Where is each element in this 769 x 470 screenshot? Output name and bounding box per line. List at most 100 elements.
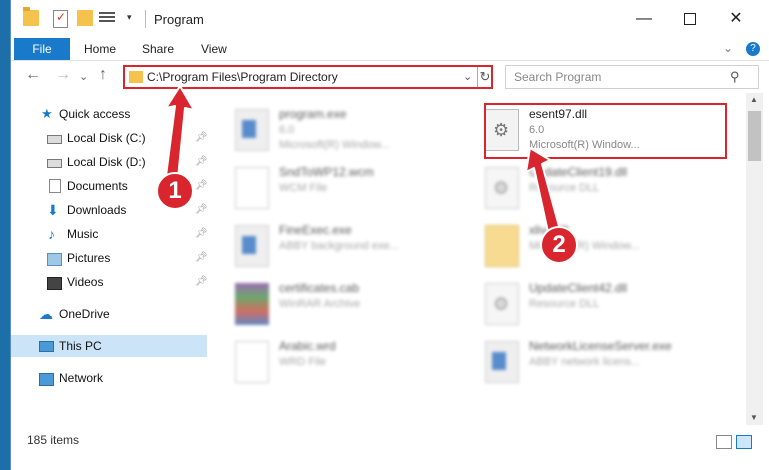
details-view-icon[interactable] xyxy=(716,435,732,449)
file-name: certificates.cab xyxy=(279,281,360,295)
scroll-down-icon[interactable]: ▼ xyxy=(750,413,758,422)
music-icon: ♪ xyxy=(48,226,55,242)
file-detail: Resource DLL xyxy=(529,182,600,194)
documents-icon xyxy=(49,179,61,193)
nav-local-disk-d[interactable]: Local Disk (D:) 📌︎ xyxy=(11,151,208,173)
videos-icon xyxy=(47,277,62,290)
view-options-icon[interactable] xyxy=(99,10,115,24)
file-name: program.exe xyxy=(279,107,347,121)
explorer-window: ▾ Program — ✕ File Home Share View ⌄ ? ←… xyxy=(10,0,769,470)
nav-label: OneDrive xyxy=(59,307,110,321)
file-item[interactable]: program.exe 6.0 Microsoft(R) Window... xyxy=(235,105,475,161)
tab-view[interactable]: View xyxy=(201,38,227,60)
nav-label: Downloads xyxy=(67,203,127,217)
close-button[interactable]: ✕ xyxy=(713,0,759,38)
chevron-down-icon[interactable]: ⌄ xyxy=(463,70,472,83)
pin-icon[interactable]: 📌︎ xyxy=(195,223,208,245)
scroll-thumb[interactable] xyxy=(748,111,761,161)
file-item[interactable]: Arabic.wrd WRD File xyxy=(235,337,475,393)
ribbon-tabs: File Home Share View ⌄ xyxy=(11,38,769,61)
file-detail: WCM File xyxy=(279,182,328,194)
refresh-icon[interactable]: ↻ xyxy=(477,67,492,87)
help-icon[interactable]: ? xyxy=(746,42,760,56)
file-item[interactable]: UpdateClient42.dll Resource DLL xyxy=(485,279,725,335)
tab-share[interactable]: Share xyxy=(142,38,174,60)
nav-label: Videos xyxy=(67,275,104,289)
pin-icon[interactable]: 📌︎ xyxy=(195,127,208,149)
nav-this-pc[interactable]: This PC xyxy=(11,335,207,357)
document-icon xyxy=(235,167,269,209)
callout-two: 2 xyxy=(540,226,578,264)
search-input[interactable]: Search Program ⚲ xyxy=(505,65,759,89)
large-icons-view-icon[interactable] xyxy=(736,435,752,449)
folder-icon xyxy=(485,225,519,267)
minimize-button[interactable]: — xyxy=(621,0,667,38)
file-detail: Resource DLL xyxy=(529,298,600,310)
download-icon: ⬇ xyxy=(47,202,59,218)
tab-file[interactable]: File xyxy=(14,38,70,60)
vertical-scrollbar[interactable]: ▲ ▼ xyxy=(746,93,763,425)
file-item[interactable]: certificates.cab WinRAR Archive xyxy=(235,279,475,335)
star-icon: ★ xyxy=(41,106,53,121)
dll-icon xyxy=(485,167,519,209)
pictures-icon xyxy=(47,253,62,266)
file-item[interactable]: FineExec.exe ABBY background exe... xyxy=(235,221,475,277)
nav-label: Pictures xyxy=(67,251,111,265)
file-detail: WRD File xyxy=(279,356,327,368)
file-name: FineExec.exe xyxy=(279,223,352,237)
customize-toolbar-icon[interactable]: ▾ xyxy=(127,12,132,23)
file-item[interactable]: UpdateClient19.dll Resource DLL xyxy=(485,163,725,219)
folder-icon[interactable] xyxy=(23,7,39,26)
file-name: UpdateClient19.dll xyxy=(529,165,628,179)
file-name: UpdateClient42.dll xyxy=(529,281,628,295)
computer-icon xyxy=(39,341,54,352)
nav-videos[interactable]: Videos 📌︎ xyxy=(11,271,208,293)
nav-network[interactable]: Network xyxy=(11,367,207,389)
expand-ribbon-icon[interactable]: ⌄ xyxy=(723,41,733,55)
scroll-up-icon[interactable]: ▲ xyxy=(750,95,758,104)
search-icon[interactable]: ⚲ xyxy=(730,69,740,85)
address-path[interactable]: C:\Program Files\Program Directory xyxy=(147,70,338,84)
nav-music[interactable]: ♪ Music 📌︎ xyxy=(11,223,208,245)
pin-icon[interactable]: 📌︎ xyxy=(195,199,208,221)
up-button[interactable]: ↑ xyxy=(99,66,107,84)
search-placeholder: Search Program xyxy=(514,70,602,84)
file-name: NetworkLicenseServer.exe xyxy=(529,339,672,353)
nav-pictures[interactable]: Pictures 📌︎ xyxy=(11,247,208,269)
status-bar: 185 items xyxy=(11,425,769,470)
nav-local-disk-c[interactable]: Local Disk (C:) 📌︎ xyxy=(11,127,208,149)
tab-home[interactable]: Home xyxy=(84,38,116,60)
address-bar[interactable]: C:\Program Files\Program Directory ⌄ ↻ xyxy=(123,65,493,89)
callout-one: 1 xyxy=(156,172,194,210)
pin-icon[interactable]: 📌︎ xyxy=(195,175,208,197)
window-title: Program xyxy=(154,12,204,27)
exe-icon xyxy=(235,225,269,267)
archive-icon xyxy=(235,283,269,325)
address-row: ← → ⌄ ↑ C:\Program Files\Program Directo… xyxy=(11,61,769,93)
pin-icon[interactable]: 📌︎ xyxy=(195,247,208,269)
file-item[interactable]: NetworkLicenseServer.exe ABBY network li… xyxy=(485,337,725,393)
nav-quick-access[interactable]: ★ Quick access xyxy=(11,103,207,125)
dll-icon xyxy=(485,283,519,325)
navigation-pane: ★ Quick access Local Disk (C:) 📌︎ Local … xyxy=(11,93,209,423)
drive-icon xyxy=(47,135,62,144)
folder-icon xyxy=(129,71,143,83)
drive-icon xyxy=(47,159,62,168)
pin-icon[interactable]: 📌︎ xyxy=(195,151,208,173)
file-item[interactable]: SndToWP12.wcm WCM File xyxy=(235,163,475,219)
forward-button[interactable]: → xyxy=(55,66,71,84)
new-folder-icon[interactable] xyxy=(77,10,93,26)
file-item[interactable]: xlive.dll Microsoft(R) Window... xyxy=(485,221,725,277)
file-name: Arabic.wrd xyxy=(279,339,336,353)
nav-label: Network xyxy=(59,371,104,385)
recent-locations-button[interactable]: ⌄ xyxy=(79,70,88,83)
maximize-button[interactable] xyxy=(667,0,713,38)
back-button[interactable]: ← xyxy=(25,66,41,84)
file-detail: WinRAR Archive xyxy=(279,298,361,310)
title-separator xyxy=(145,10,146,28)
pin-icon[interactable]: 📌︎ xyxy=(195,271,208,293)
exe-icon xyxy=(485,341,519,383)
properties-icon[interactable] xyxy=(53,10,68,28)
document-icon xyxy=(235,341,269,383)
nav-onedrive[interactable]: ☁ OneDrive xyxy=(11,303,207,325)
